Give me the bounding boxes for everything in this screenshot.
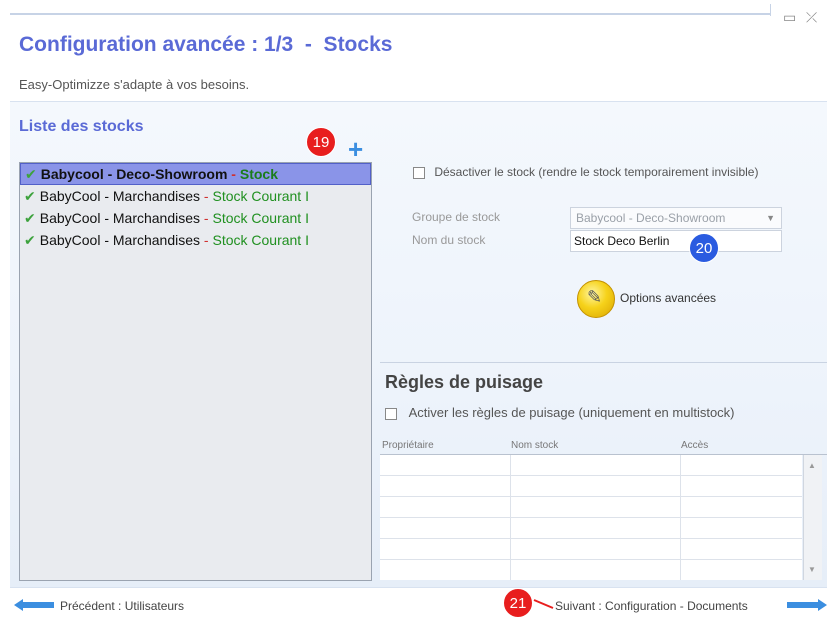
rules-divider <box>380 362 827 363</box>
add-stock-icon[interactable]: + <box>348 136 363 162</box>
activate-rules-label: Activer les règles de puisage (uniquemen… <box>408 405 735 420</box>
deactivate-stock-label: Désactiver le stock (rendre le stock tem… <box>434 165 759 179</box>
stock-name-label: Nom du stock <box>412 233 486 247</box>
check-icon: ✔ <box>25 167 37 183</box>
table-row <box>380 518 802 539</box>
advanced-options-label: Options avancées <box>620 291 717 305</box>
table-row <box>380 560 802 580</box>
chevron-down-icon: ▼ <box>766 213 775 223</box>
window-top-border <box>10 13 827 15</box>
rules-grid[interactable]: Propriétaire Nom stock Accès ▲ ▼ <box>380 438 827 580</box>
minimize-icon[interactable]: ▭ <box>783 10 796 26</box>
scroll-up-icon[interactable]: ▲ <box>808 461 816 470</box>
annotation-badge-19: 19 <box>306 127 336 157</box>
column-owner: Propriétaire <box>382 440 434 451</box>
stock-separator: - <box>200 232 213 248</box>
stock-list-item[interactable]: ✔ Babycool - Deco-Showroom - Stock <box>20 163 371 185</box>
stock-name: BabyCool - Marchandises <box>39 232 201 248</box>
next-label: Suivant : Configuration - Documents <box>555 599 748 613</box>
stock-list-item[interactable]: ✔ BabyCool - Marchandises - Stock Courant… <box>20 229 371 251</box>
deactivate-stock-row: Désactiver le stock (rendre le stock tem… <box>413 165 758 179</box>
table-row <box>380 476 802 497</box>
stock-type: Stock Courant I <box>212 232 309 248</box>
stock-group-select[interactable]: Babycool - Deco-Showroom ▼ <box>570 207 782 229</box>
tools-icon: ✎ <box>577 280 615 318</box>
check-icon: ✔ <box>24 211 36 227</box>
stock-separator: - <box>227 166 240 182</box>
stock-name-value: Stock Deco Berlin <box>574 234 670 248</box>
page-subtitle: Easy-Optimizze s'adapte à vos besoins. <box>19 77 250 92</box>
table-row <box>380 497 802 518</box>
stock-list[interactable]: ✔ Babycool - Deco-Showroom - Stock ✔ BabyC… <box>19 162 372 581</box>
scroll-down-icon[interactable]: ▼ <box>808 565 816 574</box>
column-stock-name: Nom stock <box>511 440 559 451</box>
window-control-tab <box>770 4 827 16</box>
annotation-badge-20: 20 <box>689 233 719 263</box>
stock-group-value: Babycool - Deco-Showroom <box>576 211 726 225</box>
column-divider <box>510 455 511 580</box>
table-row <box>380 539 802 560</box>
annotation-badge-21: 21 <box>503 588 533 618</box>
stock-separator: - <box>200 188 213 204</box>
stock-type: Stock Courant I <box>212 210 309 226</box>
rules-grid-header: Propriétaire Nom stock Accès <box>380 438 827 455</box>
previous-label: Précédent : Utilisateurs <box>60 599 185 613</box>
column-divider <box>680 455 681 580</box>
arrow-right-icon <box>787 599 827 611</box>
page-title: Configuration avancée : 1/3 - Stocks <box>19 33 393 56</box>
table-row <box>380 455 802 476</box>
check-icon: ✔ <box>24 189 36 205</box>
stock-name: BabyCool - Marchandises <box>39 188 201 204</box>
stock-type: Stock <box>239 166 278 182</box>
rules-grid-body <box>380 455 802 580</box>
stock-list-heading: Liste des stocks <box>19 118 144 135</box>
activate-rules-row: Activer les règles de puisage (uniquemen… <box>385 405 735 420</box>
rules-grid-scrollbar[interactable]: ▲ ▼ <box>803 455 822 580</box>
stock-name-field[interactable]: Stock Deco Berlin <box>570 230 782 252</box>
stock-name: BabyCool - Marchandises <box>39 210 201 226</box>
configuration-window: ▭ ⤫ Configuration avancée : 1/3 - Stocks… <box>0 0 827 623</box>
close-icon[interactable]: ⤫ <box>806 10 817 26</box>
stock-list-item[interactable]: ✔ BabyCool - Marchandises - Stock Courant… <box>20 185 371 207</box>
arrow-left-icon <box>14 599 54 611</box>
deactivate-stock-checkbox[interactable] <box>413 166 425 179</box>
stock-separator: - <box>200 210 213 226</box>
column-access: Accès <box>681 440 709 451</box>
rules-heading: Règles de puisage <box>385 372 544 392</box>
stock-name: Babycool - Deco-Showroom <box>40 166 228 182</box>
stock-type: Stock Courant I <box>212 188 309 204</box>
check-icon: ✔ <box>24 233 36 249</box>
activate-rules-checkbox[interactable] <box>385 407 397 420</box>
stock-list-item[interactable]: ✔ BabyCool - Marchandises - Stock Courant… <box>20 207 371 229</box>
stock-group-label: Groupe de stock <box>412 210 501 224</box>
